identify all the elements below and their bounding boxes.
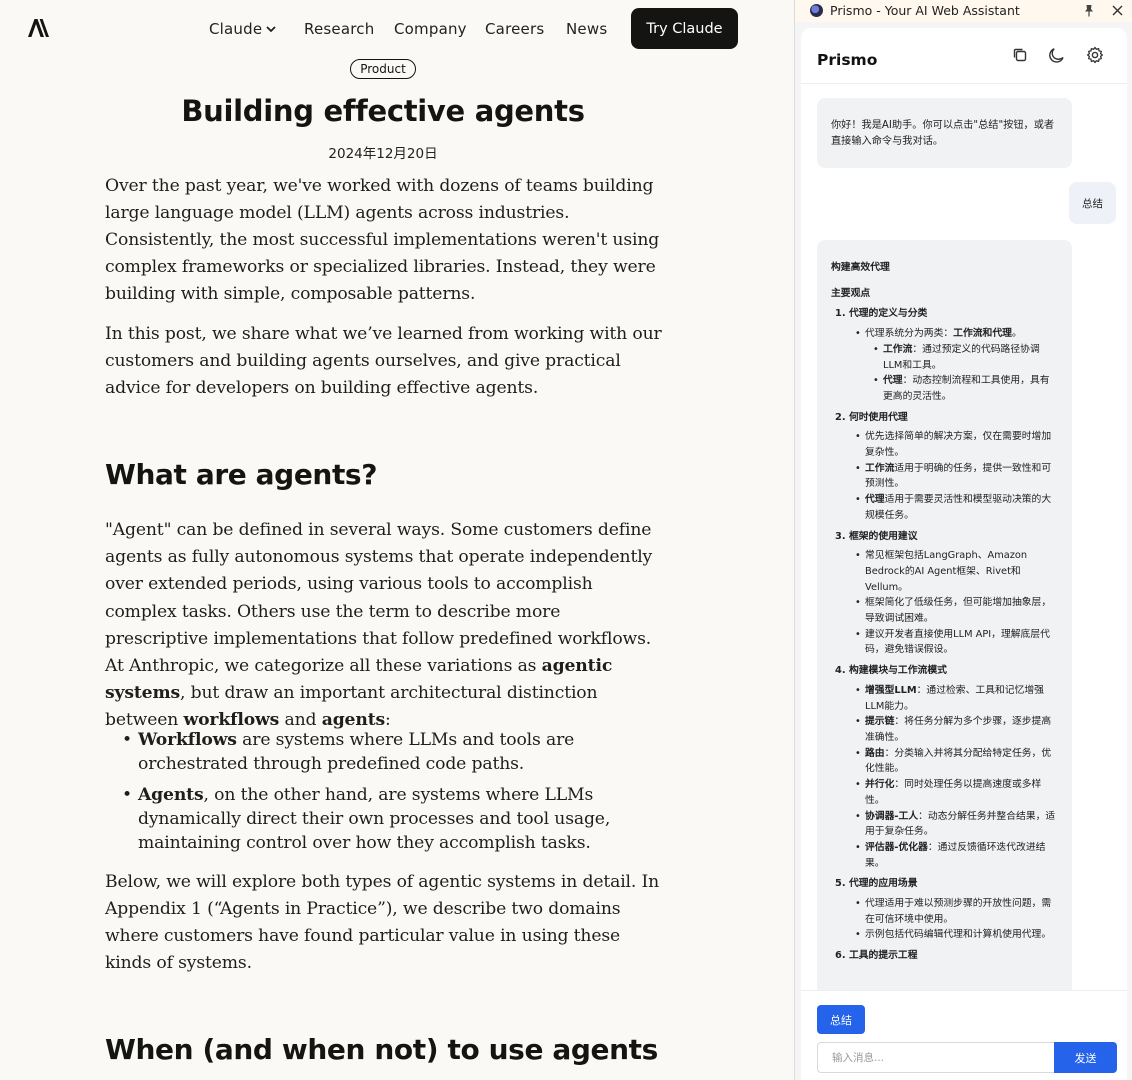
list-item: 代理适用于难以预测步骤的开放性问题，需在可信环境中使用。 bbox=[831, 896, 1058, 927]
text-span: 代理系统分为两类： bbox=[865, 328, 954, 340]
top-nav: Claude Research Company Careers News Try… bbox=[0, 0, 794, 58]
list-item: 增强型LLM：通过检索、工具和记忆增强LLM能力。 bbox=[831, 683, 1058, 714]
list-item: 示例包括代码编辑代理和计算机使用代理。 bbox=[831, 927, 1058, 943]
text-span: "Agent" can be defined in several ways. … bbox=[105, 520, 653, 677]
summary-section: 1. 代理的定义与分类 bbox=[835, 308, 928, 320]
moon-icon[interactable] bbox=[1048, 46, 1066, 64]
summary-title: 构建高效代理 bbox=[831, 262, 890, 273]
nav-company[interactable]: Company bbox=[394, 20, 467, 38]
list-item: 工作流适用于明确的任务，提供一致性和可预测性。 bbox=[831, 461, 1058, 492]
chat-card: Prismo 你好！我是AI助手。你可以点击"总结"按钮，或者直接输入命令与我对… bbox=[801, 28, 1127, 1080]
nav-careers[interactable]: Careers bbox=[485, 20, 544, 38]
paragraph-intro: Over the past year, we've worked with do… bbox=[105, 176, 660, 304]
paragraph-agent-definition: "Agent" can be defined in several ways. … bbox=[105, 517, 667, 735]
list-item: 工作流：通过预定义的代码路径协调LLM和工具。 bbox=[831, 342, 1058, 373]
prismo-logo-icon bbox=[810, 4, 823, 17]
heading-when-to-use-agents: When (and when not) to use agents bbox=[105, 1033, 658, 1066]
category-tag[interactable]: Product bbox=[350, 59, 416, 79]
bold-term: 工作流和代理 bbox=[953, 328, 1012, 340]
list-item: 代理适用于需要灵活性和模型驱动决策的大规模任务。 bbox=[831, 492, 1058, 523]
summary-section: 5. 代理的应用场景 bbox=[835, 878, 918, 890]
bold-term: 提示链 bbox=[865, 716, 895, 728]
bold-term: 增强型LLM bbox=[865, 684, 917, 696]
paragraph-below: Below, we will explore both types of age… bbox=[105, 872, 660, 973]
text-span: ：分类输入并将其分配给特定任务，优化性能。 bbox=[865, 747, 1052, 775]
nav-research[interactable]: Research bbox=[304, 20, 374, 38]
bold-term: 路由 bbox=[865, 747, 885, 759]
list-item: 路由：分类输入并将其分配给特定任务，优化性能。 bbox=[831, 746, 1058, 777]
nav-news[interactable]: News bbox=[566, 20, 607, 38]
nav-claude-label: Claude bbox=[209, 20, 263, 38]
chat-footer: 总结 发送 bbox=[801, 990, 1127, 1080]
bold-term: 工作流 bbox=[883, 343, 913, 355]
bold-term: 代理 bbox=[883, 375, 903, 387]
list-item: 建议开发者直接使用LLM API，理解底层代码，避免错误假设。 bbox=[831, 627, 1058, 658]
list-item: 并行化：同时处理任务以提高速度或多样性。 bbox=[831, 777, 1058, 808]
chat-header: Prismo bbox=[801, 28, 1127, 84]
assistant-side-panel: Prismo - Your AI Web Assistant Prismo 你好… bbox=[794, 0, 1132, 1080]
list-item: 代理系统分为两类：工作流和代理。 bbox=[831, 326, 1058, 342]
list-item: 常见框架包括LangGraph、Amazon Bedrock的AI Agent框… bbox=[831, 548, 1058, 595]
list-item: 框架简化了低级任务，但可能增加抽象层，导致调试困难。 bbox=[831, 595, 1058, 626]
summarize-button[interactable]: 总结 bbox=[817, 1005, 865, 1034]
list-item: 评估器-优化器：通过反馈循环迭代改进结果。 bbox=[831, 840, 1058, 871]
brand-title: Prismo bbox=[817, 51, 878, 69]
summary-section: 2. 何时使用代理 bbox=[835, 411, 908, 423]
list-item-workflows: Workflows are systems where LLMs and too… bbox=[122, 728, 667, 776]
list-item: 提示链：将任务分解为多个步骤，逐步提高准确性。 bbox=[831, 714, 1058, 745]
bold-term: 工作流 bbox=[865, 462, 895, 474]
bold-term: 代理 bbox=[865, 494, 885, 506]
panel-titlebar: Prismo - Your AI Web Assistant bbox=[795, 0, 1132, 22]
publish-date: 2024年12月20日 bbox=[328, 146, 438, 162]
message-input[interactable] bbox=[817, 1042, 1055, 1073]
bold-term: Agents bbox=[138, 785, 204, 805]
assistant-greeting-message: 你好！我是AI助手。你可以点击"总结"按钮，或者直接输入命令与我对话。 bbox=[817, 98, 1072, 168]
list-item: 优先选择简单的解决方案，仅在需要时增加复杂性。 bbox=[831, 429, 1058, 460]
text-span: 。 bbox=[1011, 328, 1022, 340]
bold-term: 评估器-优化器 bbox=[865, 841, 928, 853]
page-title: Building effective agents bbox=[181, 94, 585, 128]
text-span: 适用于需要灵活性和模型驱动决策的大规模任务。 bbox=[865, 494, 1052, 521]
summary-section: 4. 构建模块与工作流模式 bbox=[835, 665, 947, 677]
nav-claude[interactable]: Claude bbox=[209, 20, 276, 38]
article-page: Claude Research Company Careers News Try… bbox=[0, 0, 794, 1080]
assistant-summary-message: 构建高效代理 主要观点 1. 代理的定义与分类 代理系统分为两类：工作流和代理。… bbox=[817, 240, 1072, 990]
list-item-text: , on the other hand, are systems where L… bbox=[138, 785, 611, 853]
panel-window-title: Prismo - Your AI Web Assistant bbox=[830, 3, 1020, 18]
bold-term: 协调器-工人 bbox=[865, 810, 919, 822]
settings-gear-icon[interactable] bbox=[1086, 46, 1104, 64]
paragraph-post: In this post, we share what we’ve learne… bbox=[105, 324, 662, 398]
bold-term: 并行化 bbox=[865, 779, 895, 791]
try-claude-button[interactable]: Try Claude bbox=[631, 8, 738, 49]
summary-section: 3. 框架的使用建议 bbox=[835, 530, 918, 542]
send-button[interactable]: 发送 bbox=[1054, 1042, 1117, 1073]
close-icon[interactable] bbox=[1111, 4, 1124, 17]
list-item: 代理：动态控制流程和工具使用，具有更高的灵活性。 bbox=[831, 373, 1058, 404]
text-span: ：动态控制流程和工具使用，具有更高的灵活性。 bbox=[883, 375, 1050, 402]
summary-subtitle: 主要观点 bbox=[831, 287, 871, 299]
bold-term: Workflows bbox=[138, 730, 237, 750]
list-item-agents: Agents, on the other hand, are systems w… bbox=[122, 783, 667, 855]
chevron-down-icon bbox=[266, 26, 276, 33]
summary-section: 6. 工具的提示工程 bbox=[835, 950, 918, 962]
list-item: 协调器-工人：动态分解任务并整合结果，适用于复杂任务。 bbox=[831, 809, 1058, 840]
copy-icon[interactable] bbox=[1011, 46, 1029, 64]
pin-icon[interactable] bbox=[1083, 4, 1095, 17]
heading-what-are-agents: What are agents? bbox=[105, 458, 378, 491]
user-message: 总结 bbox=[1069, 182, 1116, 224]
